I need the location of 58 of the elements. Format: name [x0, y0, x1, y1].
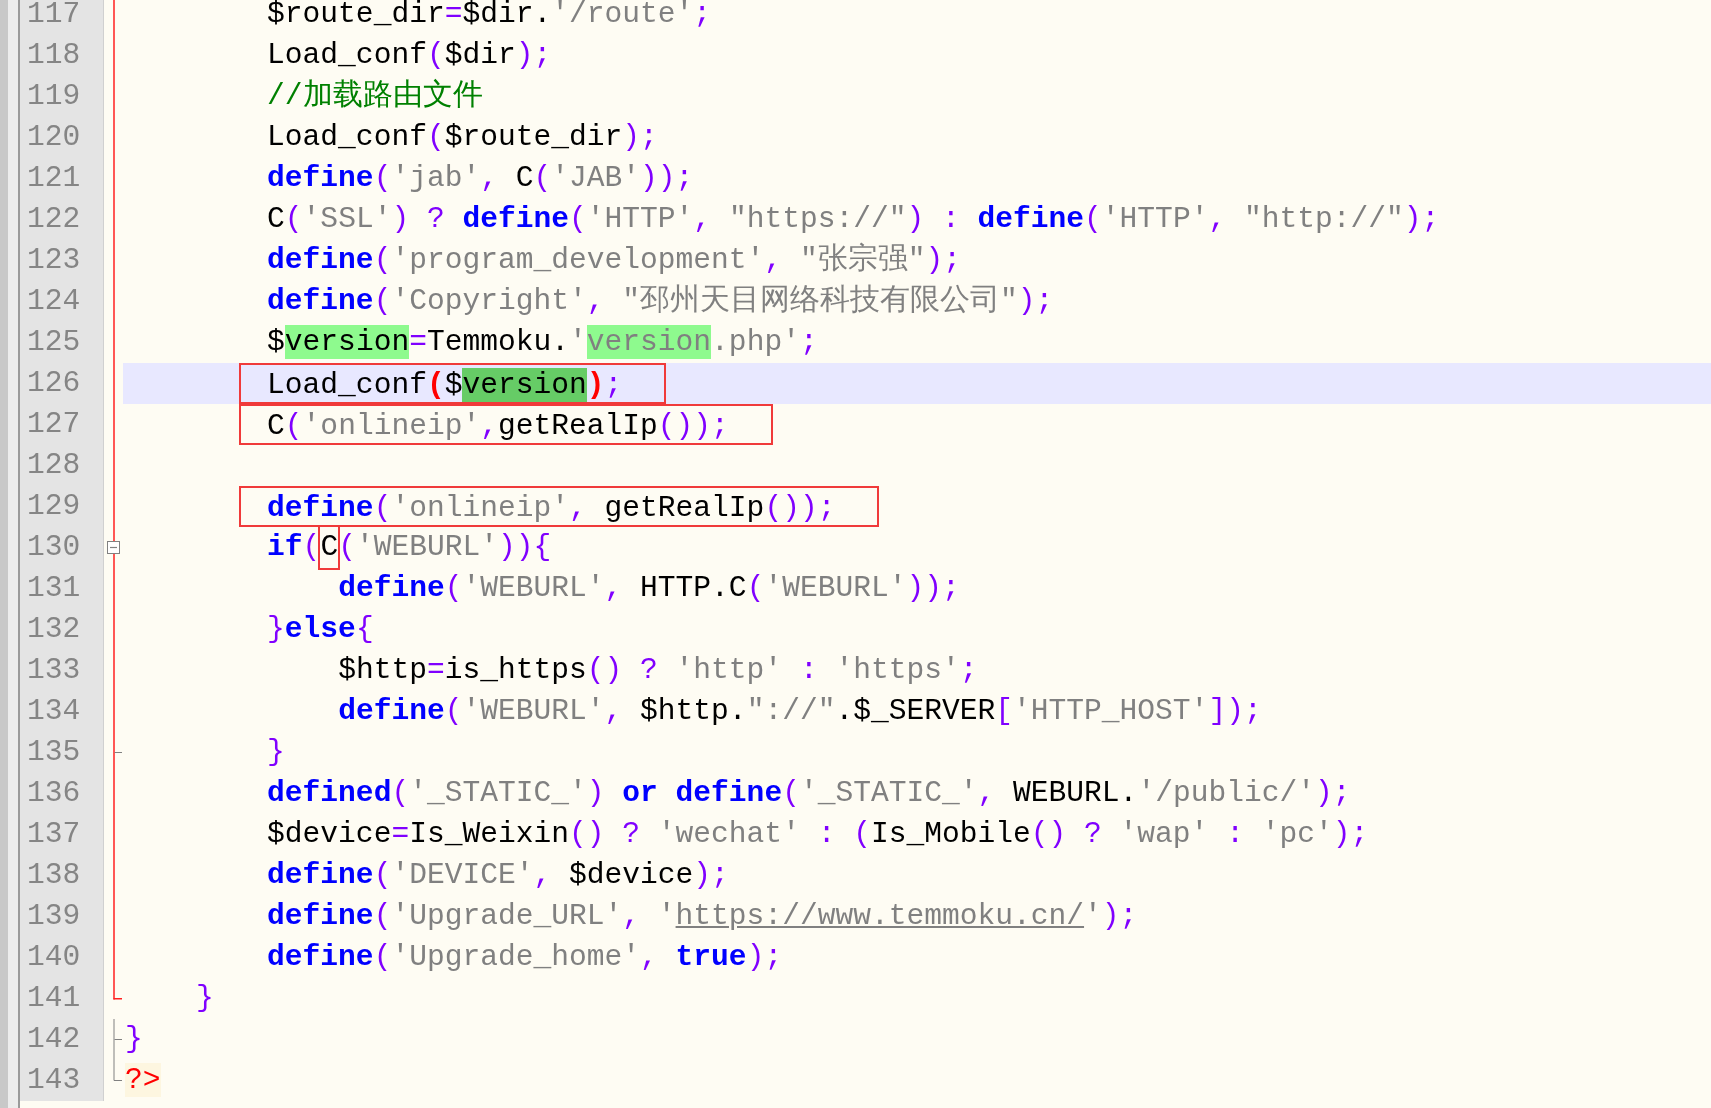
line-number: 121 — [20, 158, 104, 199]
line-number: 140 — [20, 937, 104, 978]
code-line: //加载路由文件 — [267, 78, 483, 115]
code-line: } — [125, 1021, 143, 1058]
code-line: if(C('WEBURL')){ — [267, 527, 552, 568]
code-line: Load_conf($route_dir); — [267, 119, 658, 156]
line-number: 120 — [20, 117, 104, 158]
line-number: 142 — [20, 1019, 104, 1060]
code-line: } — [196, 980, 214, 1017]
code-line: define('jab', C('JAB')); — [267, 160, 694, 197]
line-number: 119 — [20, 76, 104, 117]
line-number: 122 — [20, 199, 104, 240]
code-line: define('onlineip', getRealIp()); — [267, 491, 836, 525]
fold-end-marker — [112, 1060, 122, 1081]
code-line: $http=is_https() ? 'http' : 'https'; — [338, 652, 978, 689]
line-number: 136 — [20, 773, 104, 814]
code-line: define('Upgrade_URL', 'https://www.temmoku.cn/'); — [267, 898, 1138, 935]
code-line: define('Upgrade_home', true); — [267, 939, 783, 976]
line-number: 137 — [20, 814, 104, 855]
line-number: 117 — [20, 0, 104, 35]
line-number: 118 — [20, 35, 104, 76]
line-number: 133 — [20, 650, 104, 691]
line-number: 129 — [20, 486, 104, 527]
code-line: $device=Is_Weixin() ? 'wechat' : (Is_Mobile() ? 'wap' : 'pc'); — [267, 816, 1369, 853]
line-number: 139 — [20, 896, 104, 937]
fold-end-marker — [112, 978, 122, 1000]
line-number: 138 — [20, 855, 104, 896]
line-number: 125 — [20, 322, 104, 363]
line-number: 135 — [20, 732, 104, 773]
line-number: 134 — [20, 691, 104, 732]
code-line: C('onlineip',getRealIp()); — [267, 409, 729, 443]
line-number: 127 — [20, 404, 104, 445]
code-line: defined('_STATIC_') or define('_STATIC_', WEBURL.'/public/'); — [267, 775, 1351, 812]
line-number: 126 — [20, 363, 104, 404]
url-link[interactable]: https://www.temmoku.cn/ — [675, 899, 1085, 933]
code-line: }else{ — [267, 611, 374, 648]
code-line: Load_conf($dir); — [267, 37, 552, 74]
code-line: } — [267, 734, 285, 771]
code-line: $version=Temmoku.'version.php'; — [267, 324, 818, 361]
code-line: $route_dir=$dir.'/route'; — [267, 0, 712, 33]
code-line: define('DEVICE', $device); — [267, 857, 729, 894]
line-number: 143 — [20, 1060, 104, 1101]
line-number: 131 — [20, 568, 104, 609]
code-line: C('SSL') ? define('HTTP', "https://") : define('HTTP', "http://"); — [267, 201, 1440, 238]
annotation-box: C — [320, 527, 339, 568]
line-number: 141 — [20, 978, 104, 1019]
line-number: 130 — [20, 527, 104, 568]
code-line: define('WEBURL', $http."://".$_SERVER['HTTP_HOST']); — [338, 693, 1262, 730]
code-line: define('program_development', "张宗强"); — [267, 241, 961, 279]
fold-margin-line — [112, 1019, 122, 1060]
line-number: 132 — [20, 609, 104, 650]
line-number: 123 — [20, 240, 104, 281]
code-line: define('WEBURL', HTTP.C('WEBURL')); — [338, 570, 960, 607]
fold-toggle-icon[interactable] — [107, 541, 120, 554]
code-line: define('Copyright', "邳州天目网络科技有限公司"); — [267, 283, 1054, 320]
line-number: 128 — [20, 445, 104, 486]
code-line: Load_conf($version); — [267, 368, 623, 402]
line-number: 124 — [20, 281, 104, 322]
